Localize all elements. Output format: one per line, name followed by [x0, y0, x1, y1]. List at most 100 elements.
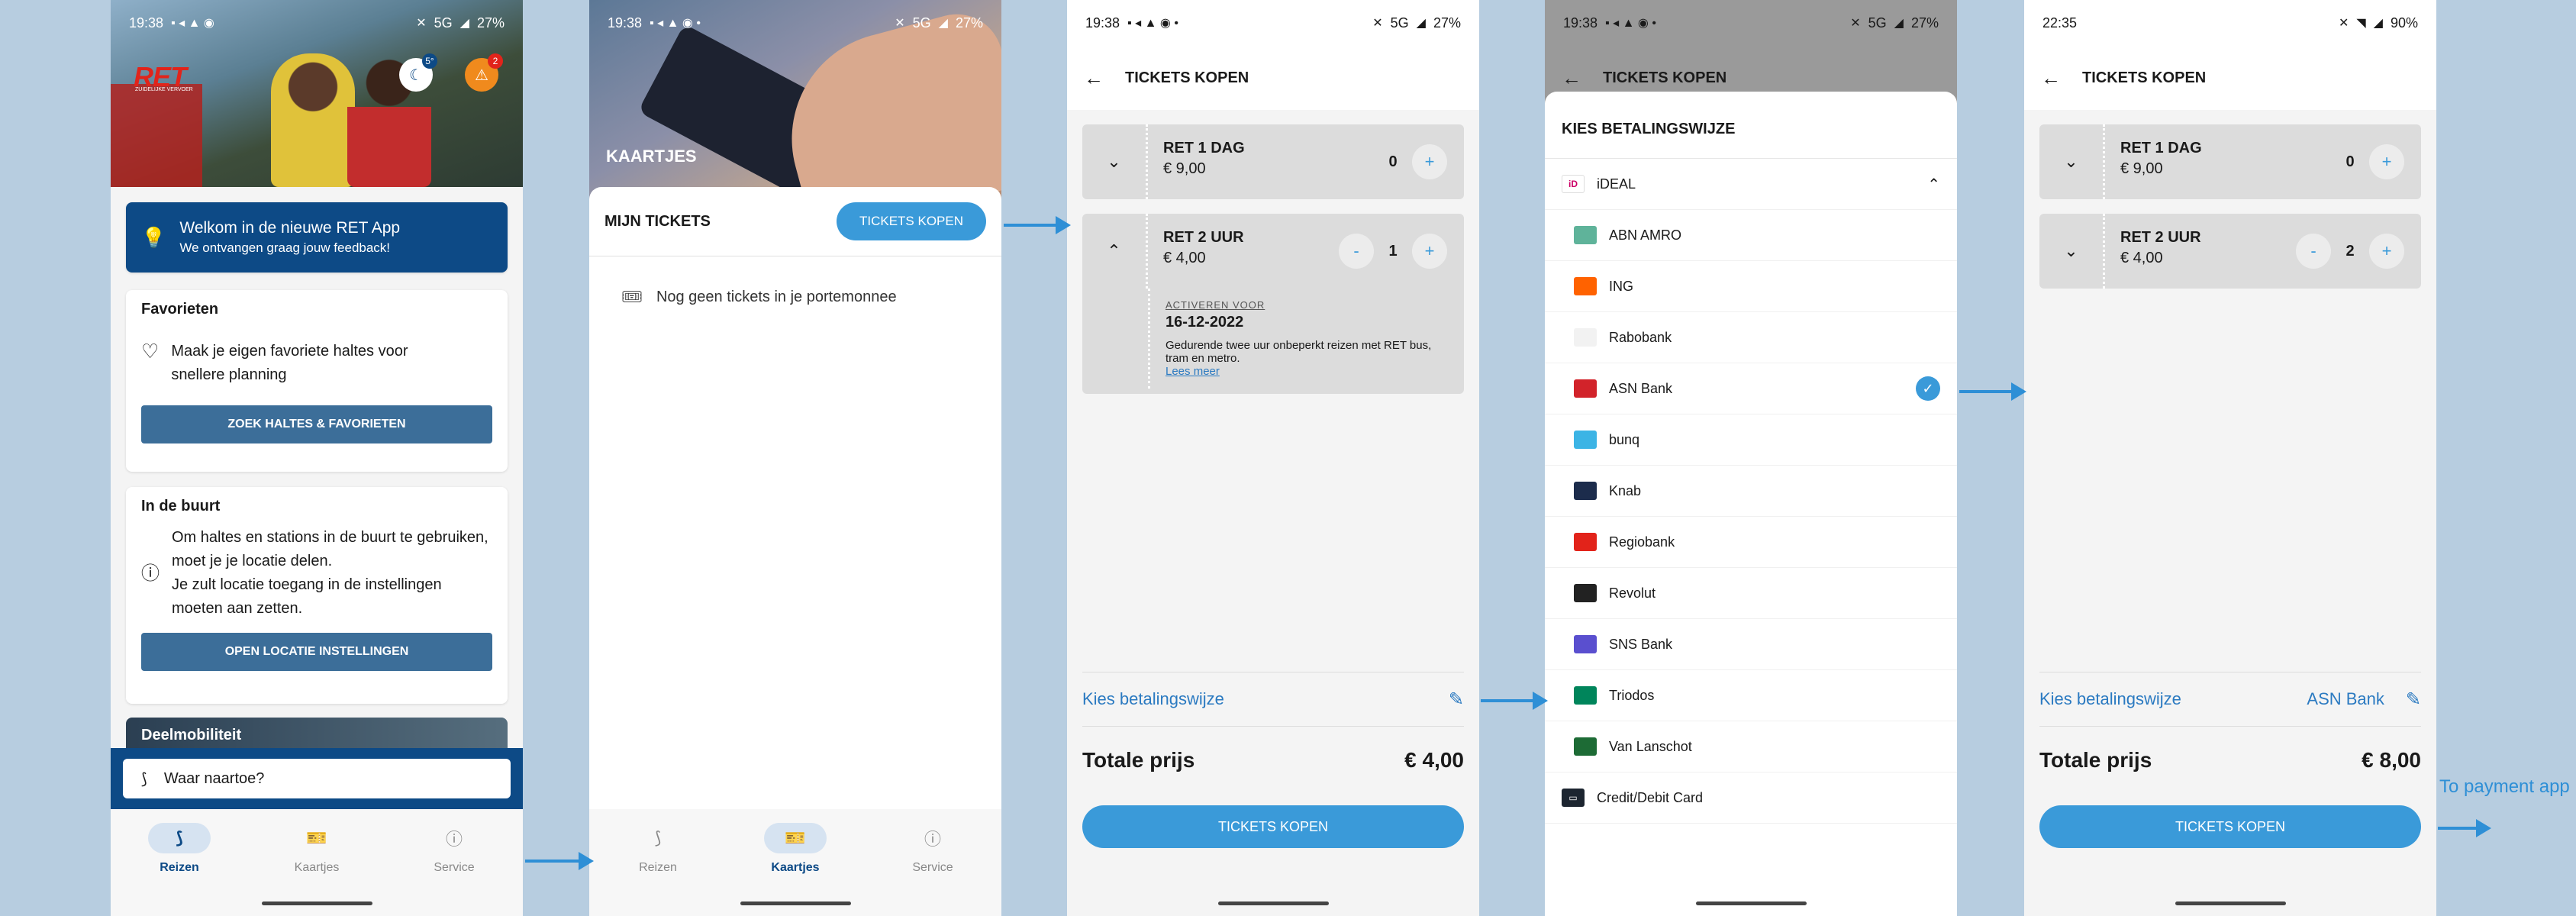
bank-name: Regiobank — [1609, 534, 1675, 550]
ticket-price: € 4,00 — [2120, 250, 2163, 266]
payment-method-label: Kies betalingswijze — [1082, 689, 1224, 708]
bank-option[interactable]: bunq — [1545, 414, 1957, 466]
nav-label: Kaartjes — [294, 861, 340, 874]
signal-icon: ◢ — [459, 17, 469, 30]
weather-button[interactable]: ☾ 5° — [399, 53, 437, 92]
status-battery: 90% — [2390, 15, 2418, 31]
bank-name: Knab — [1609, 482, 1642, 498]
destination-search-input[interactable]: ⟆ Waar naartoe? — [123, 759, 511, 798]
back-arrow-icon[interactable]: ← — [2041, 66, 2061, 90]
plus-icon[interactable]: + — [1412, 234, 1447, 269]
bank-option[interactable]: SNS Bank — [1545, 619, 1957, 670]
bank-option[interactable]: Revolut — [1545, 568, 1957, 619]
mute-icon: ✕ — [895, 17, 905, 30]
nav-service[interactable]: ⓘ Service — [408, 823, 500, 916]
bank-name: ABN AMRO — [1609, 227, 1682, 243]
ticket-name: RET 2 UUR — [2120, 229, 2201, 246]
bank-option[interactable]: Triodos — [1545, 670, 1957, 721]
chevron-up-icon: ⌃ — [1927, 176, 1940, 193]
status-network: 5G — [1390, 15, 1409, 31]
payment-method-row[interactable]: Kies betalingswijze ASN Bank ✎ — [2039, 672, 2421, 727]
app-bar: ← TICKETS KOPEN — [2024, 46, 2436, 110]
pencil-icon: ✎ — [1448, 689, 1464, 710]
bank-name: SNS Bank — [1609, 636, 1673, 652]
bank-name: bunq — [1609, 431, 1640, 447]
info-icon: ⓘ — [141, 563, 160, 584]
nav-reizen[interactable]: ⟆ Reizen — [612, 823, 704, 916]
ideal-logo-icon: iD — [1562, 175, 1585, 193]
gesture-bar — [740, 901, 851, 905]
back-arrow-icon[interactable]: ← — [1562, 66, 1581, 90]
nav-reizen[interactable]: ⟆ Reizen — [134, 823, 225, 916]
status-time: 19:38 — [1085, 15, 1120, 31]
flow-arrow — [2438, 819, 2491, 837]
alert-button[interactable]: ⚠ 2 — [465, 53, 503, 92]
status-bar: 19:38 ▪ ◂ ▲ ◉ ✕ 5G ◢ 27% — [111, 0, 523, 46]
my-tickets-sheet: MIJN TICKETS TICKETS KOPEN 🎟 Nog geen ti… — [589, 187, 1001, 809]
status-network: 5G — [1868, 15, 1887, 31]
ticket-icon: 🎫 — [764, 823, 827, 853]
screen-buy-tickets: 19:38 ▪ ◂ ▲ ◉ • ✕ 5G ◢ 27% ← TICKETS KOPEN ⌄… — [1067, 0, 1479, 916]
status-battery: 27% — [1433, 15, 1461, 31]
mute-icon: ✕ — [416, 17, 427, 30]
buy-tickets-button[interactable]: TICKETS KOPEN — [1082, 805, 1464, 848]
ideal-section-header[interactable]: iD iDEAL ⌃ — [1545, 159, 1957, 210]
read-more-link[interactable]: Lees meer — [1165, 365, 1449, 378]
buy-tickets-button[interactable]: TICKETS KOPEN — [2039, 805, 2421, 848]
nav-service[interactable]: ⓘ Service — [887, 823, 978, 916]
nearby-card: In de buurt ⓘ Om haltes en stations in d… — [126, 487, 508, 704]
plus-icon[interactable]: + — [2369, 144, 2404, 179]
bank-option[interactable]: Rabobank — [1545, 312, 1957, 363]
bank-name: Revolut — [1609, 585, 1656, 601]
wallet-ticket-icon: 🎟 — [621, 287, 643, 306]
welcome-banner[interactable]: 💡 Welkom in de nieuwe RET App We ontvang… — [126, 202, 508, 273]
ticket-quantity: 0 — [2345, 153, 2355, 170]
bank-logo-icon — [1574, 328, 1597, 347]
ticket-price: € 4,00 — [1163, 250, 1206, 266]
hero-person-1 — [271, 53, 355, 187]
nav-label: Service — [434, 861, 475, 874]
method-label: iDEAL — [1597, 176, 1636, 192]
bank-option[interactable]: Knab — [1545, 466, 1957, 517]
minus-icon[interactable]: - — [2296, 234, 2331, 269]
bank-list: ABN AMRO ING Rabobank ASN Bank ✓ bunq Knab Regi… — [1545, 210, 1957, 772]
bank-logo-icon — [1574, 379, 1597, 398]
payment-app-annotation: To payment app — [2439, 776, 2570, 797]
bank-option[interactable]: Regiobank — [1545, 517, 1957, 568]
buy-tickets-button[interactable]: TICKETS KOPEN — [836, 202, 986, 240]
notification-icons: ▪ ◂ ▲ ◉ — [171, 17, 214, 30]
bank-logo-icon — [1574, 482, 1597, 500]
total-value: € 8,00 — [2362, 748, 2421, 772]
hero-bus — [111, 84, 202, 187]
flow-arrow — [1004, 216, 1071, 234]
bank-logo-icon — [1574, 533, 1597, 551]
search-stops-button[interactable]: ZOEK HALTES & FAVORIETEN — [141, 405, 492, 443]
bank-option[interactable]: Van Lanschot — [1545, 721, 1957, 772]
payment-method-row[interactable]: Kies betalingswijze ✎ — [1082, 672, 1464, 727]
back-arrow-icon[interactable]: ← — [1084, 66, 1104, 90]
activate-date[interactable]: 16-12-2022 — [1165, 314, 1449, 331]
bank-logo-icon — [1574, 584, 1597, 602]
signal-icon: ◢ — [1894, 17, 1904, 30]
minus-icon[interactable]: - — [1339, 234, 1374, 269]
gesture-bar — [2175, 901, 2286, 905]
bank-option[interactable]: ASN Bank ✓ — [1545, 363, 1957, 414]
open-location-settings-button[interactable]: OPEN LOCATIE INSTELLINGEN — [141, 633, 492, 671]
chevron-down-icon[interactable]: ⌄ — [2039, 214, 2105, 289]
chevron-down-icon[interactable]: ⌄ — [1082, 124, 1148, 199]
credit-card-option[interactable]: ▭ Credit/Debit Card — [1545, 772, 1957, 824]
ticket-quantity: 1 — [1388, 242, 1398, 260]
chevron-down-icon[interactable]: ⌄ — [2039, 124, 2105, 199]
plus-icon[interactable]: + — [1412, 144, 1447, 179]
plus-icon[interactable]: + — [2369, 234, 2404, 269]
temperature-badge: 5° — [422, 53, 437, 69]
nav-label: Reizen — [639, 861, 677, 874]
chevron-up-icon[interactable]: ⌃ — [1082, 214, 1148, 289]
bank-logo-icon — [1574, 277, 1597, 295]
bank-option[interactable]: ING — [1545, 261, 1957, 312]
bank-name: Triodos — [1609, 687, 1655, 703]
sheet-title: KIES BETALINGSWIJZE — [1545, 92, 1957, 159]
signal-icon: ◢ — [938, 17, 948, 30]
ticket-price: € 9,00 — [1163, 160, 1206, 177]
bank-option[interactable]: ABN AMRO — [1545, 210, 1957, 261]
